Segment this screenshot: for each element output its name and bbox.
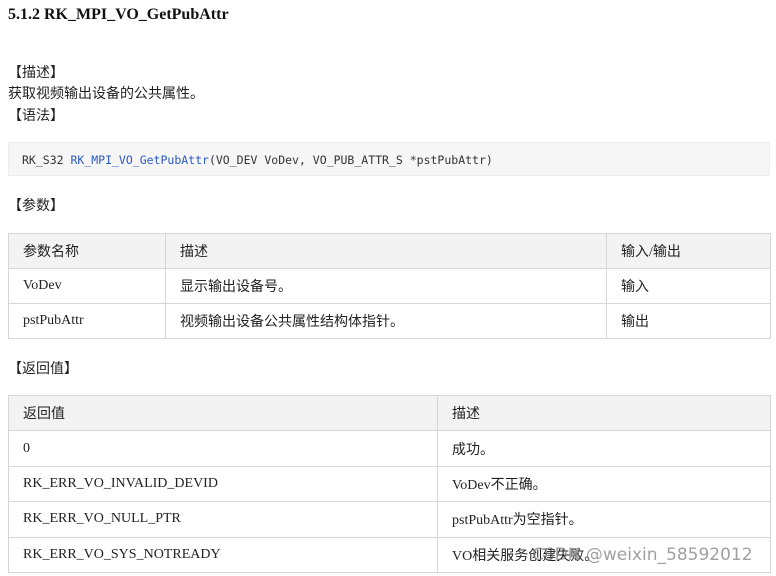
table-cell: RK_ERR_VO_SYS_NOTREADY xyxy=(8,536,438,573)
return-type: RK_S32 xyxy=(22,153,71,167)
table-header-row: 参数名称 描述 输入/输出 xyxy=(8,233,771,269)
header-cell: 返回值 xyxy=(8,394,438,432)
table-cell: 输入 xyxy=(606,268,771,304)
table-row: 0 成功。 xyxy=(8,430,771,467)
watermark: CSDN @weixin_58592012 xyxy=(532,545,753,565)
table-header-row: 返回值 描述 xyxy=(8,394,771,432)
header-cell: 输入/输出 xyxy=(606,233,771,269)
header-cell: 描述 xyxy=(165,233,607,269)
function-name: RK_MPI_VO_GetPubAttr xyxy=(70,153,209,167)
header-cell: 描述 xyxy=(437,394,771,432)
header-cell: 参数名称 xyxy=(8,233,166,269)
table-cell: 成功。 xyxy=(437,430,771,467)
table-cell: VoDev xyxy=(8,268,166,304)
table-cell: 显示输出设备号。 xyxy=(165,268,607,304)
params-section-label: 【参数】 xyxy=(8,199,64,214)
table-row: VoDev 显示输出设备号。 输入 xyxy=(8,268,771,304)
function-params: (VO_DEV VoDev, VO_PUB_ATTR_S *pstPubAttr… xyxy=(208,153,493,167)
table-row: RK_ERR_VO_INVALID_DEVID VoDev不正确。 xyxy=(8,465,771,503)
table-row: pstPubAttr 视频输出设备公共属性结构体指针。 输出 xyxy=(8,303,771,339)
table-cell: 输出 xyxy=(606,303,771,339)
table-row: RK_ERR_VO_NULL_PTR pstPubAttr为空指针。 xyxy=(8,501,771,538)
table-cell: RK_ERR_VO_INVALID_DEVID xyxy=(8,465,438,503)
table-cell: RK_ERR_VO_NULL_PTR xyxy=(8,501,438,538)
table-cell: pstPubAttr xyxy=(8,303,166,339)
params-table: 参数名称 描述 输入/输出 VoDev 显示输出设备号。 输入 pstPubAt… xyxy=(8,233,771,339)
table-cell: 视频输出设备公共属性结构体指针。 xyxy=(165,303,607,339)
syntax-code-block: RK_S32 RK_MPI_VO_GetPubAttr(VO_DEV VoDev… xyxy=(8,142,770,176)
section-heading: 5.1.2 RK_MPI_VO_GetPubAttr xyxy=(8,6,229,23)
return-section-label: 【返回值】 xyxy=(8,362,78,377)
table-cell: VoDev不正确。 xyxy=(437,465,771,503)
syntax-section-label: 【语法】 xyxy=(8,109,64,124)
description-text: 获取视频输出设备的公共属性。 xyxy=(8,87,204,102)
description-section-label: 【描述】 xyxy=(8,66,64,81)
table-cell: 0 xyxy=(8,430,438,467)
table-cell: pstPubAttr为空指针。 xyxy=(437,501,771,538)
